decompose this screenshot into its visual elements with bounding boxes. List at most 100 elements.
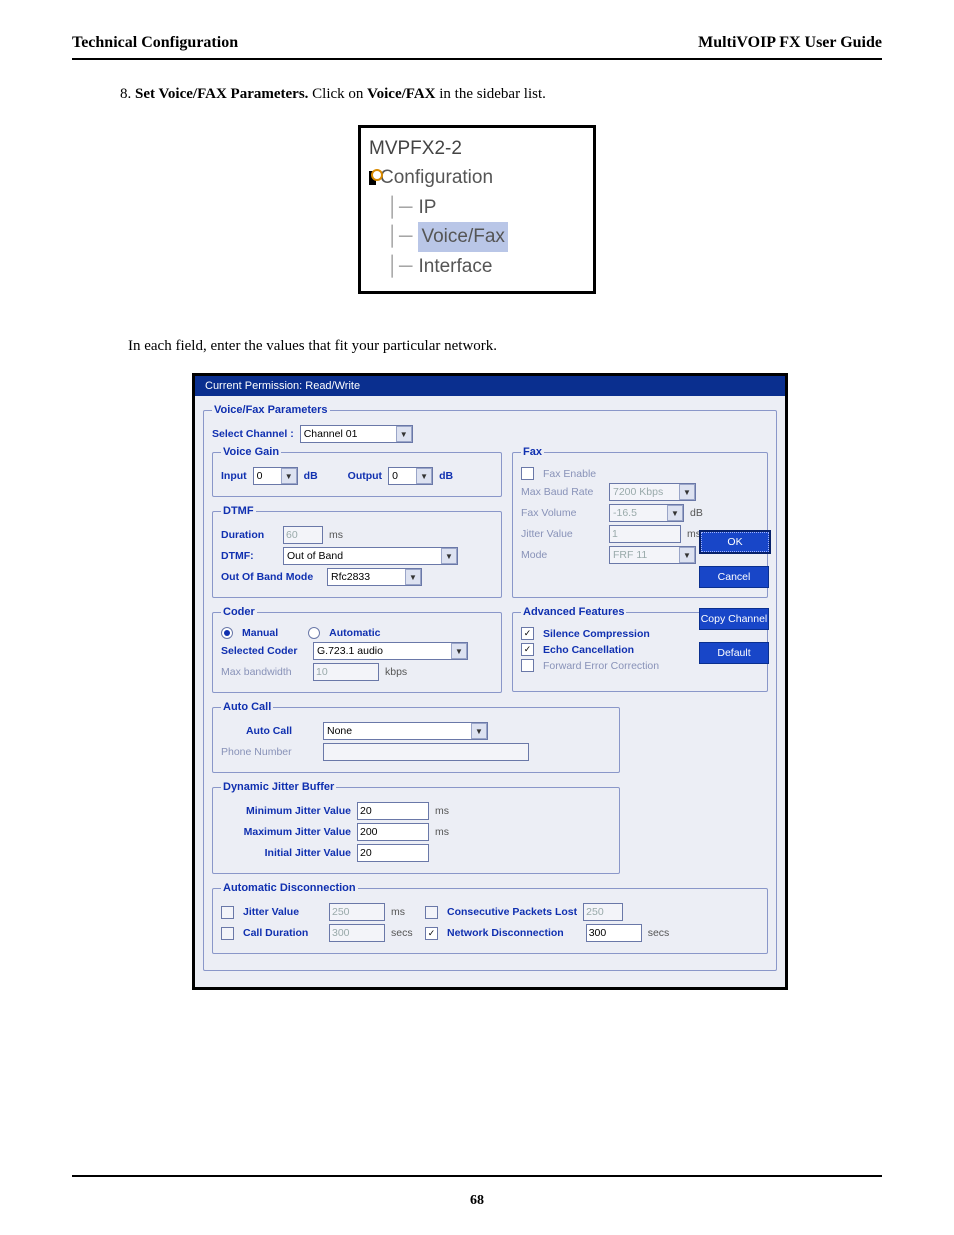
tree-item-ip[interactable]: │─IP	[387, 193, 585, 222]
disc-network-checkbox[interactable]: ✓	[425, 927, 438, 940]
key-icon	[369, 171, 376, 185]
tree-item-label: Voice/Fax	[418, 222, 507, 251]
tree-node-config[interactable]: Configuration	[369, 163, 585, 192]
fec-checkbox[interactable]	[521, 659, 534, 672]
phone-number-label: Phone Number	[221, 746, 317, 758]
ok-button[interactable]: OK	[699, 530, 771, 554]
disc-callduration-label: Call Duration	[243, 927, 323, 939]
intro-text: In each field, enter the values that fit…	[128, 338, 882, 355]
autocall-label: Auto Call	[221, 725, 317, 737]
chevron-down-icon: ▼	[416, 468, 432, 484]
fax-jitter-field: 1	[609, 525, 681, 543]
autocall-legend: Auto Call	[221, 701, 273, 713]
fax-enable-checkbox[interactable]	[521, 467, 534, 480]
jitter-legend: Dynamic Jitter Buffer	[221, 781, 336, 793]
fax-baud-value: 7200 Kbps	[613, 486, 677, 498]
tree-item-label: Interface	[418, 252, 492, 281]
coder-bw-label: Max bandwidth	[221, 666, 307, 678]
autocall-dropdown[interactable]: None▼	[323, 722, 488, 740]
voicefax-dialog: Current Permission: Read/Write Voice/Fax…	[192, 373, 788, 990]
chevron-down-icon: ▼	[679, 484, 695, 500]
cancel-button[interactable]: Cancel	[699, 566, 769, 588]
oob-mode-label: Out Of Band Mode	[221, 571, 321, 583]
disc-network-unit: secs	[648, 927, 670, 939]
coder-auto-label: Automatic	[329, 627, 380, 639]
oob-mode-value: Rfc2833	[331, 571, 403, 583]
disc-callduration-field: 300	[329, 924, 385, 942]
chevron-down-icon: ▼	[405, 569, 421, 585]
select-channel-dropdown[interactable]: Channel 01 ▼	[300, 425, 413, 443]
fax-vol-label: Fax Volume	[521, 507, 603, 519]
fax-mode-label: Mode	[521, 549, 603, 561]
dtmf-duration-field: 60	[283, 526, 323, 544]
step-mid: Click on	[308, 86, 367, 102]
echo-cancel-checkbox[interactable]: ✓	[521, 643, 534, 656]
header-right: MultiVOIP FX User Guide	[698, 34, 882, 52]
main-legend: Voice/Fax Parameters	[212, 404, 330, 416]
autocall-value: None	[327, 725, 469, 737]
coder-bw-field: 10	[313, 663, 379, 681]
oob-mode-dropdown[interactable]: Rfc2833▼	[327, 568, 422, 586]
tree-node-label: Configuration	[380, 163, 493, 192]
tree-item-interface[interactable]: │─Interface	[387, 252, 585, 281]
dtmf-duration-label: Duration	[221, 529, 277, 541]
output-gain-dropdown[interactable]: 0▼	[388, 467, 433, 485]
min-jitter-field[interactable]: 20	[357, 802, 429, 820]
voice-gain-legend: Voice Gain	[221, 446, 281, 458]
header-rule	[72, 58, 882, 60]
silence-comp-checkbox[interactable]: ✓	[521, 627, 534, 640]
step-bold-1: Set Voice/FAX Parameters.	[135, 86, 308, 102]
copy-channel-button[interactable]: Copy Channel	[699, 608, 769, 630]
dtmf-duration-unit: ms	[329, 529, 343, 541]
init-jitter-label: Initial Jitter Value	[221, 847, 351, 859]
disc-network-label: Network Disconnection	[447, 927, 564, 939]
fax-vol-dropdown: -16.5▼	[609, 504, 684, 522]
tree-item-label: IP	[418, 193, 436, 222]
input-gain-unit: dB	[304, 470, 318, 482]
coder-selected-label: Selected Coder	[221, 645, 307, 657]
max-jitter-field[interactable]: 200	[357, 823, 429, 841]
max-jitter-unit: ms	[435, 826, 449, 838]
step-tail: in the sidebar list.	[436, 86, 546, 102]
min-jitter-unit: ms	[435, 805, 449, 817]
coder-selected-dropdown[interactable]: G.723.1 audio▼	[313, 642, 468, 660]
chevron-down-icon: ▼	[441, 548, 457, 564]
chevron-down-icon: ▼	[451, 643, 467, 659]
step-instruction: 8. Set Voice/FAX Parameters. Click on Vo…	[120, 86, 882, 103]
select-channel-value: Channel 01	[304, 428, 394, 440]
output-gain-label: Output	[348, 470, 382, 482]
disc-packets-checkbox[interactable]	[425, 906, 438, 919]
disc-jitter-checkbox[interactable]	[221, 906, 234, 919]
adv-legend: Advanced Features	[521, 606, 626, 618]
coder-auto-radio[interactable]	[308, 627, 320, 639]
sidebar-tree: MVPFX2-2 Configuration │─IP │─Voice/Fax …	[358, 125, 596, 294]
coder-selected-value: G.723.1 audio	[317, 645, 449, 657]
disc-callduration-checkbox[interactable]	[221, 927, 234, 940]
phone-number-field	[323, 743, 529, 761]
fax-baud-label: Max Baud Rate	[521, 486, 603, 498]
fec-label: Forward Error Correction	[543, 660, 659, 672]
fax-mode-value: FRF 11	[613, 549, 677, 561]
permission-bar: Current Permission: Read/Write	[195, 376, 785, 396]
disc-network-field[interactable]: 300	[586, 924, 642, 942]
init-jitter-field[interactable]: 20	[357, 844, 429, 862]
dtmf-mode-value: Out of Band	[287, 550, 439, 562]
input-gain-label: Input	[221, 470, 247, 482]
coder-manual-radio[interactable]	[221, 627, 233, 639]
chevron-down-icon: ▼	[471, 723, 487, 739]
page-number: 68	[0, 1193, 954, 1209]
fax-jitter-label: Jitter Value	[521, 528, 603, 540]
chevron-down-icon: ▼	[281, 468, 297, 484]
step-bold-2: Voice/FAX	[367, 86, 435, 102]
dtmf-mode-dropdown[interactable]: Out of Band▼	[283, 547, 458, 565]
input-gain-dropdown[interactable]: 0▼	[253, 467, 298, 485]
header-left: Technical Configuration	[72, 34, 238, 52]
select-channel-label: Select Channel :	[212, 428, 294, 440]
default-button[interactable]: Default	[699, 642, 769, 664]
disc-packets-field: 250	[583, 903, 623, 921]
chevron-down-icon: ▼	[679, 547, 695, 563]
footer-rule	[72, 1175, 882, 1177]
fax-enable-label: Fax Enable	[543, 468, 596, 480]
tree-item-voicefax[interactable]: │─Voice/Fax	[387, 222, 585, 251]
dtmf-legend: DTMF	[221, 505, 256, 517]
